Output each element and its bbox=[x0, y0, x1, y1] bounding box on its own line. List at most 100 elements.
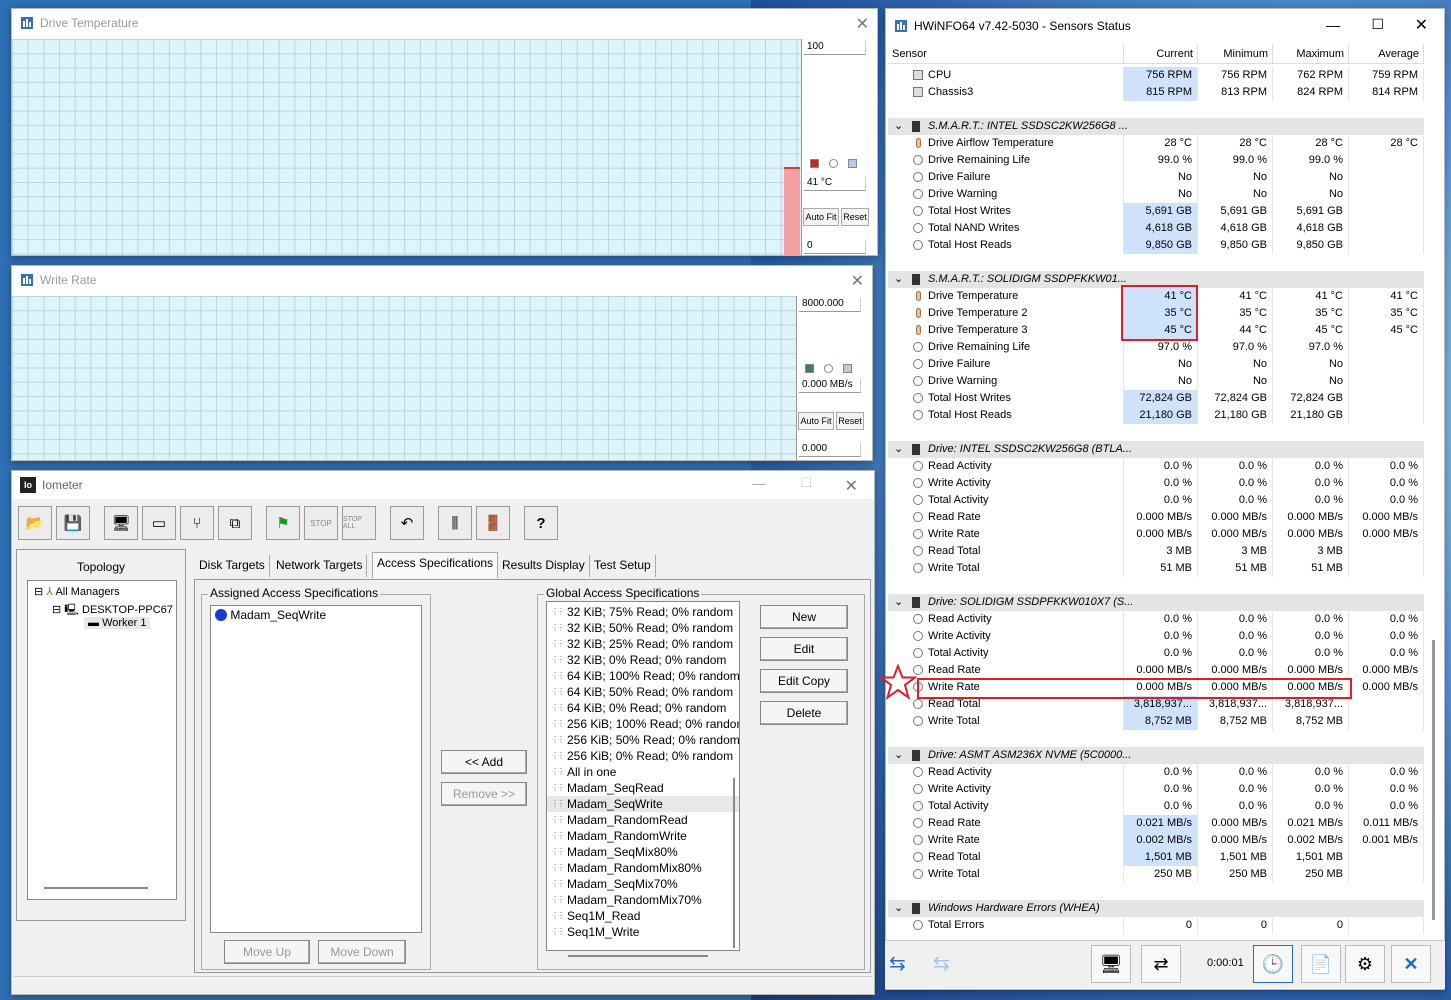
column-maximum[interactable]: Maximum bbox=[1273, 44, 1349, 63]
exit-icon[interactable]: 🚪 bbox=[476, 506, 510, 540]
column-average[interactable]: Average bbox=[1349, 44, 1424, 63]
reset-workers-icon[interactable]: ↶ bbox=[390, 506, 424, 540]
sensor-row[interactable]: Drive Remaining Life 99.0 % 99.0 % 99.0 % bbox=[888, 152, 1424, 169]
close-icon[interactable]: ✕ bbox=[1415, 15, 1428, 35]
tab-results-display[interactable]: Results Display bbox=[498, 555, 590, 577]
reset-button[interactable]: Reset bbox=[841, 208, 869, 226]
column-sensor[interactable]: Sensor bbox=[888, 44, 1124, 63]
edit-button[interactable]: Edit bbox=[760, 637, 848, 661]
global-spec-item[interactable]: 64 KiB; 0% Read; 0% random bbox=[547, 700, 739, 716]
sensor-group-header[interactable]: ⌄ S.M.A.R.T.: INTEL SSDSC2KW256G8 ... bbox=[888, 118, 1424, 135]
assigned-spec-item[interactable]: Madam_SeqWrite bbox=[211, 606, 421, 624]
sensor-row[interactable]: Read Activity 0.0 % 0.0 % 0.0 % 0.0 % bbox=[888, 458, 1424, 475]
sensor-row[interactable]: Total Host Reads 9,850 GB 9,850 GB 9,850 GB bbox=[888, 237, 1424, 254]
sensor-row[interactable]: Read Total 3 MB 3 MB 3 MB bbox=[888, 543, 1424, 560]
vertical-scrollbar[interactable] bbox=[733, 778, 735, 948]
global-spec-item[interactable]: Madam_RandomMix80% bbox=[547, 860, 739, 876]
auto-fit-button[interactable]: Auto Fit bbox=[803, 208, 839, 226]
remove-button[interactable]: Remove >> bbox=[441, 782, 527, 806]
color-swatch-blue[interactable] bbox=[843, 364, 852, 373]
new-button[interactable]: New bbox=[760, 605, 848, 629]
close-icon[interactable]: ✕ bbox=[851, 271, 864, 291]
clock-icon[interactable]: 🕒 bbox=[1253, 945, 1293, 983]
edit-copy-button[interactable]: Edit Copy bbox=[760, 669, 848, 693]
logging-icon[interactable]: 📄 bbox=[1301, 945, 1341, 983]
minimize-icon[interactable]: — bbox=[1326, 17, 1340, 33]
sensor-row[interactable]: Total Host Writes 72,824 GB 72,824 GB 72,82… bbox=[888, 390, 1424, 407]
global-spec-item[interactable]: 32 KiB; 25% Read; 0% random bbox=[547, 636, 739, 652]
column-minimum[interactable]: Minimum bbox=[1198, 44, 1273, 63]
sensor-row[interactable]: Write Total 51 MB 51 MB 51 MB bbox=[888, 560, 1424, 577]
help-icon[interactable]: ? bbox=[524, 506, 558, 540]
color-swatch-white[interactable] bbox=[829, 159, 838, 168]
chevron-down-icon[interactable]: ⌄ bbox=[894, 271, 903, 288]
sensor-row[interactable]: Read Rate 0.000 MB/s 0.000 MB/s 0.000 MB/s 0… bbox=[888, 509, 1424, 526]
navigate-arrows-icon[interactable]: ⇆ bbox=[933, 951, 950, 976]
global-spec-item[interactable]: Madam_RandomRead bbox=[547, 812, 739, 828]
tab-network-targets[interactable]: Network Targets bbox=[272, 555, 368, 577]
sensor-group-header[interactable]: ⌄ Drive: INTEL SSDSC2KW256G8 (BTLA... bbox=[888, 441, 1424, 458]
sensor-row[interactable]: Write Total 250 MB 250 MB 250 MB bbox=[888, 866, 1424, 883]
color-swatch-white[interactable] bbox=[824, 364, 833, 373]
sensor-row[interactable]: Chassis3 815 RPM 813 RPM 824 RPM 814 RPM bbox=[888, 84, 1424, 101]
sensor-row[interactable]: Total Host Reads 21,180 GB 21,180 GB 21,180… bbox=[888, 407, 1424, 424]
sensor-row[interactable]: Write Activity 0.0 % 0.0 % 0.0 % 0.0 % bbox=[888, 475, 1424, 492]
global-spec-item[interactable]: 32 KiB; 50% Read; 0% random bbox=[547, 620, 739, 636]
tree-item-all-managers[interactable]: ⊟ ⅄ All Managers bbox=[34, 585, 120, 598]
sensor-row[interactable]: Write Rate 0.002 MB/s 0.000 MB/s 0.002 MB/s… bbox=[888, 832, 1424, 849]
chevron-down-icon[interactable]: ⌄ bbox=[894, 747, 903, 764]
move-down-button[interactable]: Move Down bbox=[318, 940, 406, 964]
color-swatch-red[interactable] bbox=[810, 159, 819, 168]
sensor-row[interactable]: Drive Warning No No No bbox=[888, 373, 1424, 390]
save-icon[interactable]: 💾 bbox=[56, 506, 90, 540]
open-folder-icon[interactable]: 📂 bbox=[18, 506, 52, 540]
sensor-row[interactable]: Total Activity 0.0 % 0.0 % 0.0 % 0.0 % bbox=[888, 492, 1424, 509]
sensor-row[interactable]: Drive Remaining Life 97.0 % 97.0 % 97.0 % bbox=[888, 339, 1424, 356]
stop-icon[interactable]: STOP bbox=[304, 506, 338, 540]
global-spec-item[interactable]: Madam_SeqMix80% bbox=[547, 844, 739, 860]
duplicate-worker-icon[interactable]: ⧉ bbox=[218, 506, 252, 540]
stop-all-icon[interactable]: STOP ALL bbox=[342, 506, 376, 540]
global-spec-item[interactable]: 64 KiB; 100% Read; 0% random bbox=[547, 668, 739, 684]
vertical-scrollbar[interactable] bbox=[1432, 640, 1435, 920]
sensor-row[interactable]: Write Activity 0.0 % 0.0 % 0.0 % 0.0 % bbox=[888, 781, 1424, 798]
delete-button[interactable]: Delete bbox=[760, 701, 848, 725]
sensor-row[interactable]: Drive Failure No No No bbox=[888, 169, 1424, 186]
chevron-down-icon[interactable]: ⌄ bbox=[894, 441, 903, 458]
close-icon[interactable]: ✕ bbox=[845, 476, 858, 496]
global-spec-item[interactable]: Madam_SeqMix70% bbox=[547, 876, 739, 892]
sensor-row[interactable]: Read Activity 0.0 % 0.0 % 0.0 % 0.0 % bbox=[888, 764, 1424, 781]
sensor-row[interactable]: Write Total 8,752 MB 8,752 MB 8,752 MB bbox=[888, 713, 1424, 730]
sensor-row[interactable]: Total Errors 0 0 0 bbox=[888, 917, 1424, 934]
global-spec-item[interactable]: Seq1M_Read bbox=[547, 908, 739, 924]
title-bar[interactable]: Io Iometer — ☐ ✕ bbox=[12, 471, 874, 499]
global-spec-item[interactable]: Madam_RandomMix70% bbox=[547, 892, 739, 908]
sensor-group-header[interactable]: ⌄ Drive: SOLIDIGM SSDPFKKW010X7 (S... bbox=[888, 594, 1424, 611]
chevron-down-icon[interactable]: ⌄ bbox=[894, 118, 903, 135]
remote-connect-icon[interactable]: ⇄ bbox=[1141, 945, 1181, 983]
start-new-manager-icon[interactable]: 🖥 bbox=[104, 506, 138, 540]
maximize-icon[interactable]: ☐ bbox=[1371, 16, 1384, 33]
global-spec-item[interactable]: All in one bbox=[547, 764, 739, 780]
sensor-row[interactable]: Write Rate 0.000 MB/s 0.000 MB/s 0.000 MB/s… bbox=[888, 526, 1424, 543]
sensor-row[interactable]: Read Rate 0.021 MB/s 0.000 MB/s 0.021 MB/s 0… bbox=[888, 815, 1424, 832]
chevron-down-icon[interactable]: ⌄ bbox=[894, 900, 903, 917]
global-spec-item[interactable]: 32 KiB; 0% Read; 0% random bbox=[547, 652, 739, 668]
horizontal-scrollbar[interactable] bbox=[568, 955, 708, 957]
global-spec-item[interactable]: 256 KiB; 100% Read; 0% random bbox=[547, 716, 739, 732]
maximize-icon[interactable]: ☐ bbox=[800, 475, 812, 491]
title-bar[interactable]: Drive Temperature ✕ bbox=[12, 9, 877, 37]
network-sensors-icon[interactable]: 🖥 bbox=[1091, 945, 1131, 983]
minimize-icon[interactable]: — bbox=[752, 475, 766, 491]
tree-item-worker[interactable]: ▬ Worker 1 bbox=[84, 617, 151, 629]
sensor-group-header[interactable]: ⌄ Windows Hardware Errors (WHEA) bbox=[888, 900, 1424, 917]
sensor-row[interactable]: Drive Failure No No No bbox=[888, 356, 1424, 373]
close-sensors-icon[interactable]: ✕ bbox=[1391, 945, 1431, 983]
sensor-row[interactable]: Write Activity 0.0 % 0.0 % 0.0 % 0.0 % bbox=[888, 628, 1424, 645]
tab-test-setup[interactable]: Test Setup bbox=[590, 555, 656, 577]
reset-button[interactable]: Reset bbox=[836, 412, 864, 430]
global-spec-item[interactable]: 32 KiB; 75% Read; 0% random bbox=[547, 604, 739, 620]
sensor-row[interactable]: Total Host Writes 5,691 GB 5,691 GB 5,691 G… bbox=[888, 203, 1424, 220]
global-spec-item[interactable]: Seq1M_Write bbox=[547, 924, 739, 940]
sensor-row[interactable]: Read Rate 0.000 MB/s 0.000 MB/s 0.000 MB/s 0… bbox=[888, 662, 1424, 679]
